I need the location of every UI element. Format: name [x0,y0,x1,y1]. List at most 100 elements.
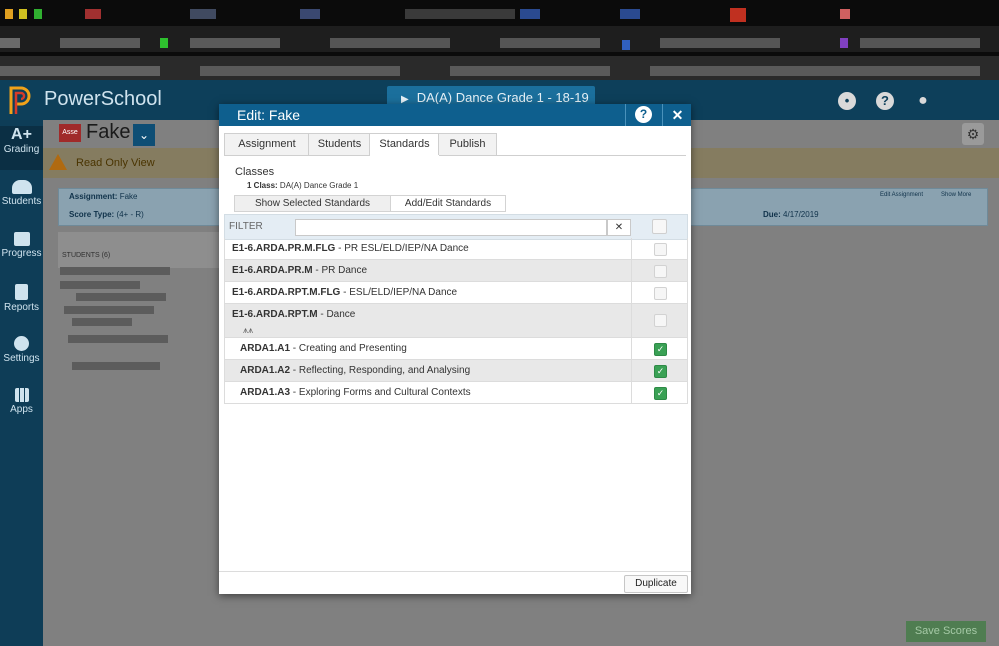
read-only-text: Read Only View [76,157,155,169]
bookmark[interactable] [500,38,600,48]
standard-checkbox[interactable] [654,243,667,256]
browser-tab[interactable] [520,9,540,19]
browser-tab[interactable] [85,9,101,19]
bookmark[interactable] [0,38,20,48]
standard-row[interactable]: E1-6.ARDA.RPT.M - Dance ⩚⩚ [224,304,688,338]
close-icon[interactable]: ✕ [662,104,692,126]
standard-text: E1-6.ARDA.PR.M.FLG - PR ESL/ELD/IEP/NA D… [232,243,469,254]
window-control[interactable] [5,9,13,19]
standard-checkbox-checked[interactable]: ✓ [654,365,667,378]
standard-text: ARDA1.A2 - Reflecting, Responding, and A… [240,365,470,376]
tab-strip-item[interactable] [650,66,980,76]
tab-standards[interactable]: Standards [369,133,440,156]
course-selector-label: DA(A) Dance Grade 1 - 18-19 [416,90,589,105]
student-row[interactable] [60,267,170,275]
tab-publish[interactable]: Publish [438,133,497,155]
standard-checkbox[interactable] [654,287,667,300]
edit-assignment-link[interactable]: Edit Assignment [880,192,923,198]
tab-assignment[interactable]: Assignment [224,133,310,155]
standard-row[interactable]: ARDA1.A1 - Creating and Presenting ✓ [224,338,688,360]
tab-students[interactable]: Students [308,133,371,155]
bookmark[interactable] [622,40,630,50]
standard-check-cell [631,304,688,337]
standards-table: E1-6.ARDA.PR.M.FLG - PR ESL/ELD/IEP/NA D… [224,238,688,404]
standard-checkbox-checked[interactable]: ✓ [654,343,667,356]
tab-strip-item[interactable] [450,66,610,76]
duplicate-button[interactable]: Duplicate [624,575,688,593]
browser-tab[interactable] [405,9,515,19]
standard-checkbox[interactable] [654,314,667,327]
standard-row[interactable]: ARDA1.A2 - Reflecting, Responding, and A… [224,360,688,382]
standard-checkbox[interactable] [654,265,667,278]
window-control[interactable] [34,9,42,19]
standard-check-cell [631,260,688,281]
standard-check-cell [631,282,688,303]
modal-footer: Duplicate [219,571,691,595]
student-row[interactable] [60,281,140,289]
nav-grading[interactable]: A+ Grading [0,126,43,170]
filter-label: FILTER [229,221,263,232]
browser-tab[interactable] [730,8,746,22]
standard-desc: - Reflecting, Responding, and Analysing [290,365,471,376]
standard-check-cell: ✓ [631,338,688,359]
bookmark[interactable] [840,38,848,48]
bookmark[interactable] [330,38,450,48]
user-icon[interactable]: ● [914,92,932,110]
bookmark[interactable] [860,38,980,48]
bookmark[interactable] [190,38,280,48]
bookmark[interactable] [60,38,140,48]
standard-desc: - PR Dance [312,265,368,276]
student-row[interactable] [68,335,168,343]
student-row[interactable] [64,306,154,314]
nav-apps[interactable]: Apps [0,388,43,415]
browser-tab[interactable] [300,9,320,19]
nav-settings[interactable]: Settings [0,336,43,364]
add-edit-standards-tab[interactable]: Add/Edit Standards [390,195,506,212]
browser-tab[interactable] [840,9,850,19]
notifications-icon[interactable]: • [838,92,856,110]
bookmark[interactable] [160,38,168,48]
nav-progress[interactable]: Progress [0,232,43,259]
browser-chrome [0,0,999,80]
student-row[interactable] [76,293,166,301]
help-icon: ? [635,106,652,123]
apps-grid-icon [14,388,29,402]
settings-gear-button[interactable]: ⚙ [962,123,984,145]
nav-students[interactable]: Students [0,180,43,207]
standard-desc: - ESL/ELD/IEP/NA Dance [340,287,458,298]
select-all-checkbox[interactable] [652,219,667,234]
standard-row[interactable]: E1-6.ARDA.PR.M.FLG - PR ESL/ELD/IEP/NA D… [224,238,688,260]
tab-strip-item[interactable] [200,66,400,76]
standard-checkbox-checked[interactable]: ✓ [654,387,667,400]
save-scores-button[interactable]: Save Scores [906,621,986,642]
show-selected-standards-tab[interactable]: Show Selected Standards [234,195,391,212]
window-control[interactable] [19,9,27,19]
bookmark[interactable] [660,38,780,48]
student-row[interactable] [72,318,132,326]
standard-row[interactable]: E1-6.ARDA.PR.M - PR Dance [224,260,688,282]
nav-reports[interactable]: Reports [0,284,43,313]
filter-input[interactable] [295,219,607,236]
filter-clear-button[interactable]: ✕ [607,219,631,236]
expand-tree-icon[interactable]: ⩚⩚ [243,325,253,336]
show-more-link[interactable]: Show More [941,192,971,198]
assignment-info: Assignment: Fake [69,192,137,201]
browser-tab[interactable] [190,9,216,19]
standard-row[interactable]: E1-6.ARDA.RPT.M.FLG - ESL/ELD/IEP/NA Dan… [224,282,688,304]
chevron-down-icon[interactable]: ⌄ [133,124,155,146]
standard-code: E1-6.ARDA.RPT.M.FLG [232,287,341,298]
nav-progress-label: Progress [1,248,42,259]
tab-strip-item[interactable] [0,66,160,76]
help-icon[interactable]: ? [876,92,894,110]
standard-code: E1-6.ARDA.RPT.M [232,309,318,320]
filter-row: FILTER ✕ [224,214,688,240]
student-row[interactable] [72,362,160,370]
nav-grading-label: Grading [3,144,40,155]
warning-icon [49,154,67,170]
nav-reports-label: Reports [3,302,39,313]
bar-chart-icon [13,232,30,246]
students-label: STUDENTS (6) [62,252,111,259]
standard-row[interactable]: ARDA1.A3 - Exploring Forms and Cultural … [224,382,688,404]
browser-tab[interactable] [620,9,640,19]
modal-help-button[interactable]: ? [625,104,662,126]
